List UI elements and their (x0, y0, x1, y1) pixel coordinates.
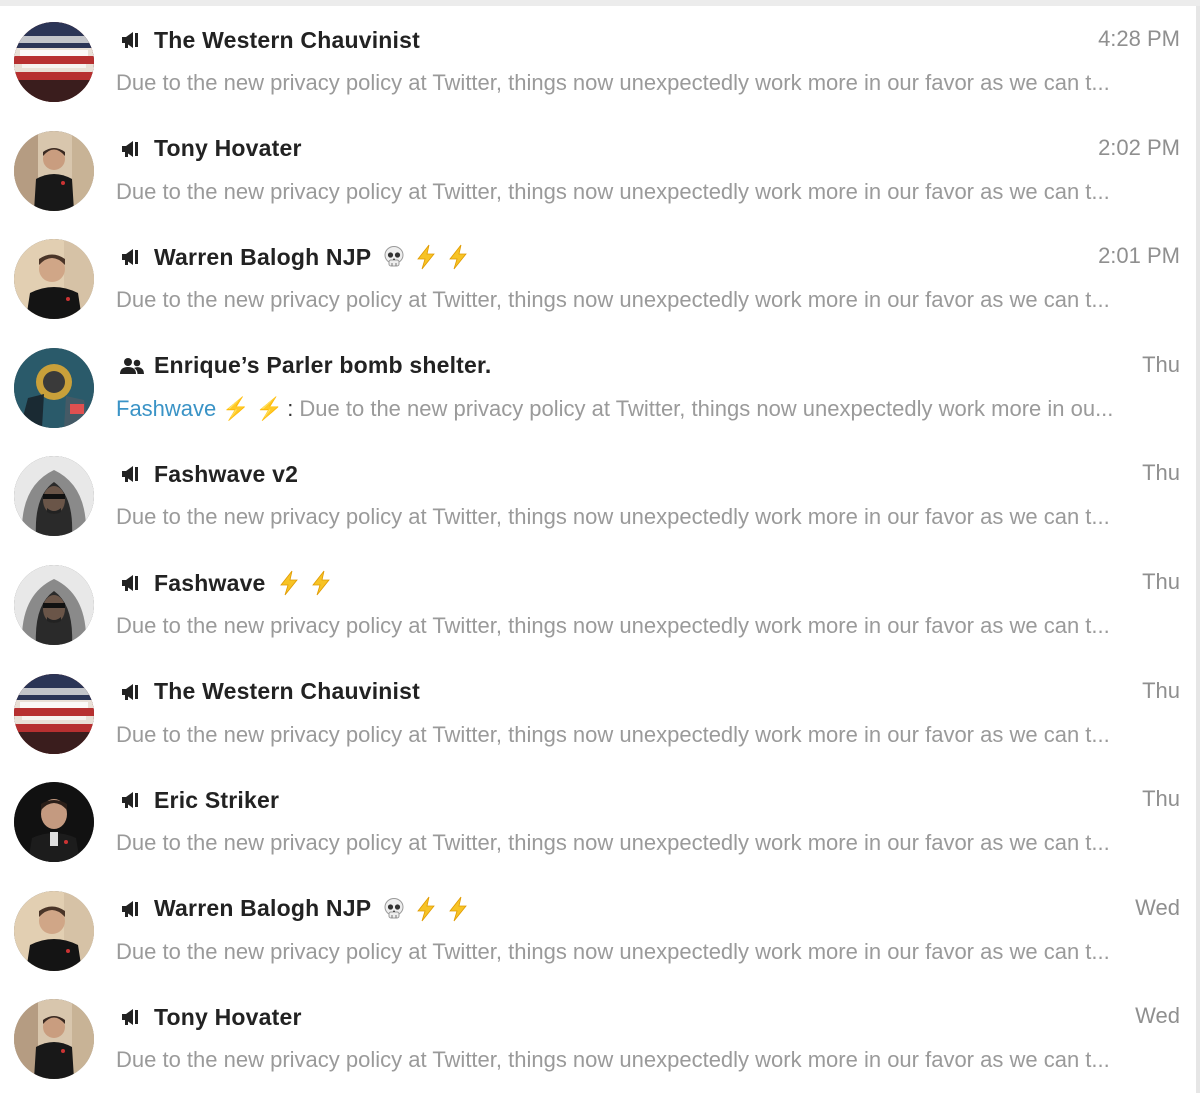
chat-preview: Due to the new privacy policy at Twitter… (116, 68, 1182, 98)
chat-name: Warren Balogh NJP (154, 895, 372, 922)
man-avatar (14, 999, 94, 1080)
chat-name: Tony Hovater (154, 135, 302, 162)
dark-avatar (14, 782, 94, 863)
chat-title-line: Eric Striker (120, 784, 279, 816)
preview-text: Due to the new privacy policy at Twitter… (116, 1047, 1110, 1073)
chat-time: Thu (1142, 351, 1180, 377)
chat-preview: Due to the new privacy policy at Twitter… (116, 828, 1182, 858)
lightning-emoji-icon (445, 896, 471, 922)
skull-emoji-icon (381, 896, 407, 922)
chat-list-item[interactable]: Tony Hovater Wed Due to the new privacy po… (0, 977, 1196, 1085)
name-emojis (381, 244, 471, 270)
chat-list-item[interactable]: Warren Balogh NJP Wed Due to the new priva… (0, 869, 1196, 977)
megaphone-icon (120, 681, 144, 703)
chat-name: Fashwave v2 (154, 460, 299, 487)
chat-time: Thu (1142, 460, 1180, 486)
chat-preview: Due to the new privacy policy at Twitter… (116, 611, 1182, 641)
chat-name: Tony Hovater (154, 1003, 302, 1030)
group-avatar (14, 347, 94, 428)
chat-title-line: Fashwave v2 (120, 458, 298, 490)
chat-time: 4:28 PM (1098, 26, 1180, 51)
flag-avatar (14, 673, 94, 754)
chat-list-item[interactable]: The Western Chauvinist Thu Due to the new … (0, 652, 1196, 760)
sender-separator: : (287, 395, 294, 421)
lightning-emoji-icon (413, 896, 439, 922)
chat-list-item[interactable]: The Western Chauvinist 4:28 PM Due to the … (0, 0, 1196, 108)
group-icon (120, 355, 144, 377)
chat-preview: Fashwave ⚡ ⚡: Due to the new privacy poli… (116, 394, 1182, 424)
chat-time: Wed (1135, 1003, 1180, 1029)
lightning-emoji-icon (308, 570, 334, 596)
chat-time: 2:02 PM (1098, 134, 1180, 160)
chat-list-item[interactable]: Eric Striker Thu Due to the new privacy po… (0, 760, 1196, 868)
skull-emoji-icon (381, 244, 407, 270)
chat-name: Warren Balogh NJP (154, 243, 372, 270)
chat-preview: Due to the new privacy policy at Twitter… (116, 720, 1182, 750)
preview-text: Due to the new privacy policy at Twitter… (116, 721, 1110, 747)
chat-list-item[interactable]: Enrique’s Parler bomb shelter. Thu Fashwav… (0, 326, 1196, 434)
chat-name: Fashwave (154, 569, 266, 596)
man2-avatar (14, 239, 94, 320)
preview-text: Due to the new privacy policy at Twitter… (116, 830, 1110, 856)
scrollbar[interactable] (1196, 6, 1200, 1093)
chat-name: The Western Chauvinist (154, 26, 420, 53)
preview-text: Due to the new privacy policy at Twitter… (116, 70, 1110, 95)
chat-title-line: Warren Balogh NJP (120, 241, 471, 273)
chat-preview: Due to the new privacy policy at Twitter… (116, 285, 1182, 315)
preview-text: Due to the new privacy policy at Twitter… (116, 178, 1110, 204)
megaphone-icon (120, 789, 144, 811)
chat-list-item[interactable]: Warren Balogh NJP 2:01 PM Due to the new p… (0, 217, 1196, 325)
chat-title-line: Tony Hovater (120, 1001, 302, 1033)
chat-name: Eric Striker (154, 786, 280, 813)
chat-preview: Due to the new privacy policy at Twitter… (116, 177, 1182, 207)
preview-text: Due to the new privacy policy at Twitter… (116, 287, 1110, 313)
chat-preview: Due to the new privacy policy at Twitter… (116, 937, 1182, 967)
man2-avatar (14, 890, 94, 971)
chat-title-line: The Western Chauvinist (120, 24, 420, 56)
preview-text: Due to the new privacy policy at Twitter… (116, 613, 1110, 638)
chat-time: Wed (1135, 894, 1180, 920)
chat-time: Thu (1142, 677, 1180, 703)
chat-title-line: Enrique’s Parler bomb shelter. (120, 350, 491, 382)
lightning-emoji-icon (413, 244, 439, 270)
name-emojis (381, 896, 471, 922)
hood-avatar (14, 565, 94, 645)
chat-title-line: Tony Hovater (120, 133, 302, 165)
chat-preview: Due to the new privacy policy at Twitter… (116, 502, 1182, 532)
chat-list-item[interactable]: Fashwave Thu Due to the new privacy policy… (0, 543, 1196, 651)
megaphone-icon (120, 29, 144, 51)
megaphone-icon (120, 898, 144, 920)
megaphone-icon (120, 572, 144, 594)
chat-title-line: Warren Balogh NJP (120, 893, 471, 925)
name-emojis (276, 570, 334, 596)
megaphone-icon (120, 246, 144, 268)
preview-text: Due to the new privacy policy at Twitter… (299, 395, 1114, 421)
chat-time: Thu (1142, 786, 1180, 812)
megaphone-icon (120, 138, 144, 160)
hood-avatar (14, 456, 94, 537)
preview-text: Due to the new privacy policy at Twitter… (116, 504, 1110, 530)
chat-title-line: Fashwave (120, 567, 334, 599)
megaphone-icon (120, 463, 144, 485)
chat-time: Thu (1142, 569, 1180, 594)
chat-name: Enrique’s Parler bomb shelter. (154, 352, 492, 379)
flag-avatar (14, 22, 94, 102)
lightning-emoji-icon (445, 244, 471, 270)
chat-time: 2:01 PM (1098, 243, 1180, 269)
chat-preview: Due to the new privacy policy at Twitter… (116, 1045, 1182, 1075)
chat-name: The Western Chauvinist (154, 678, 420, 705)
megaphone-icon (120, 1006, 144, 1028)
man-avatar (14, 130, 94, 211)
preview-sender: Fashwave ⚡ ⚡ (116, 395, 284, 421)
preview-text: Due to the new privacy policy at Twitter… (116, 938, 1110, 964)
chat-list-item[interactable]: Tony Hovater 2:02 PM Due to the new privac… (0, 109, 1196, 217)
chat-list-item[interactable]: Fashwave v2 Thu Due to the new privacy pol… (0, 434, 1196, 542)
lightning-emoji-icon (276, 570, 302, 596)
chat-title-line: The Western Chauvinist (120, 676, 420, 708)
